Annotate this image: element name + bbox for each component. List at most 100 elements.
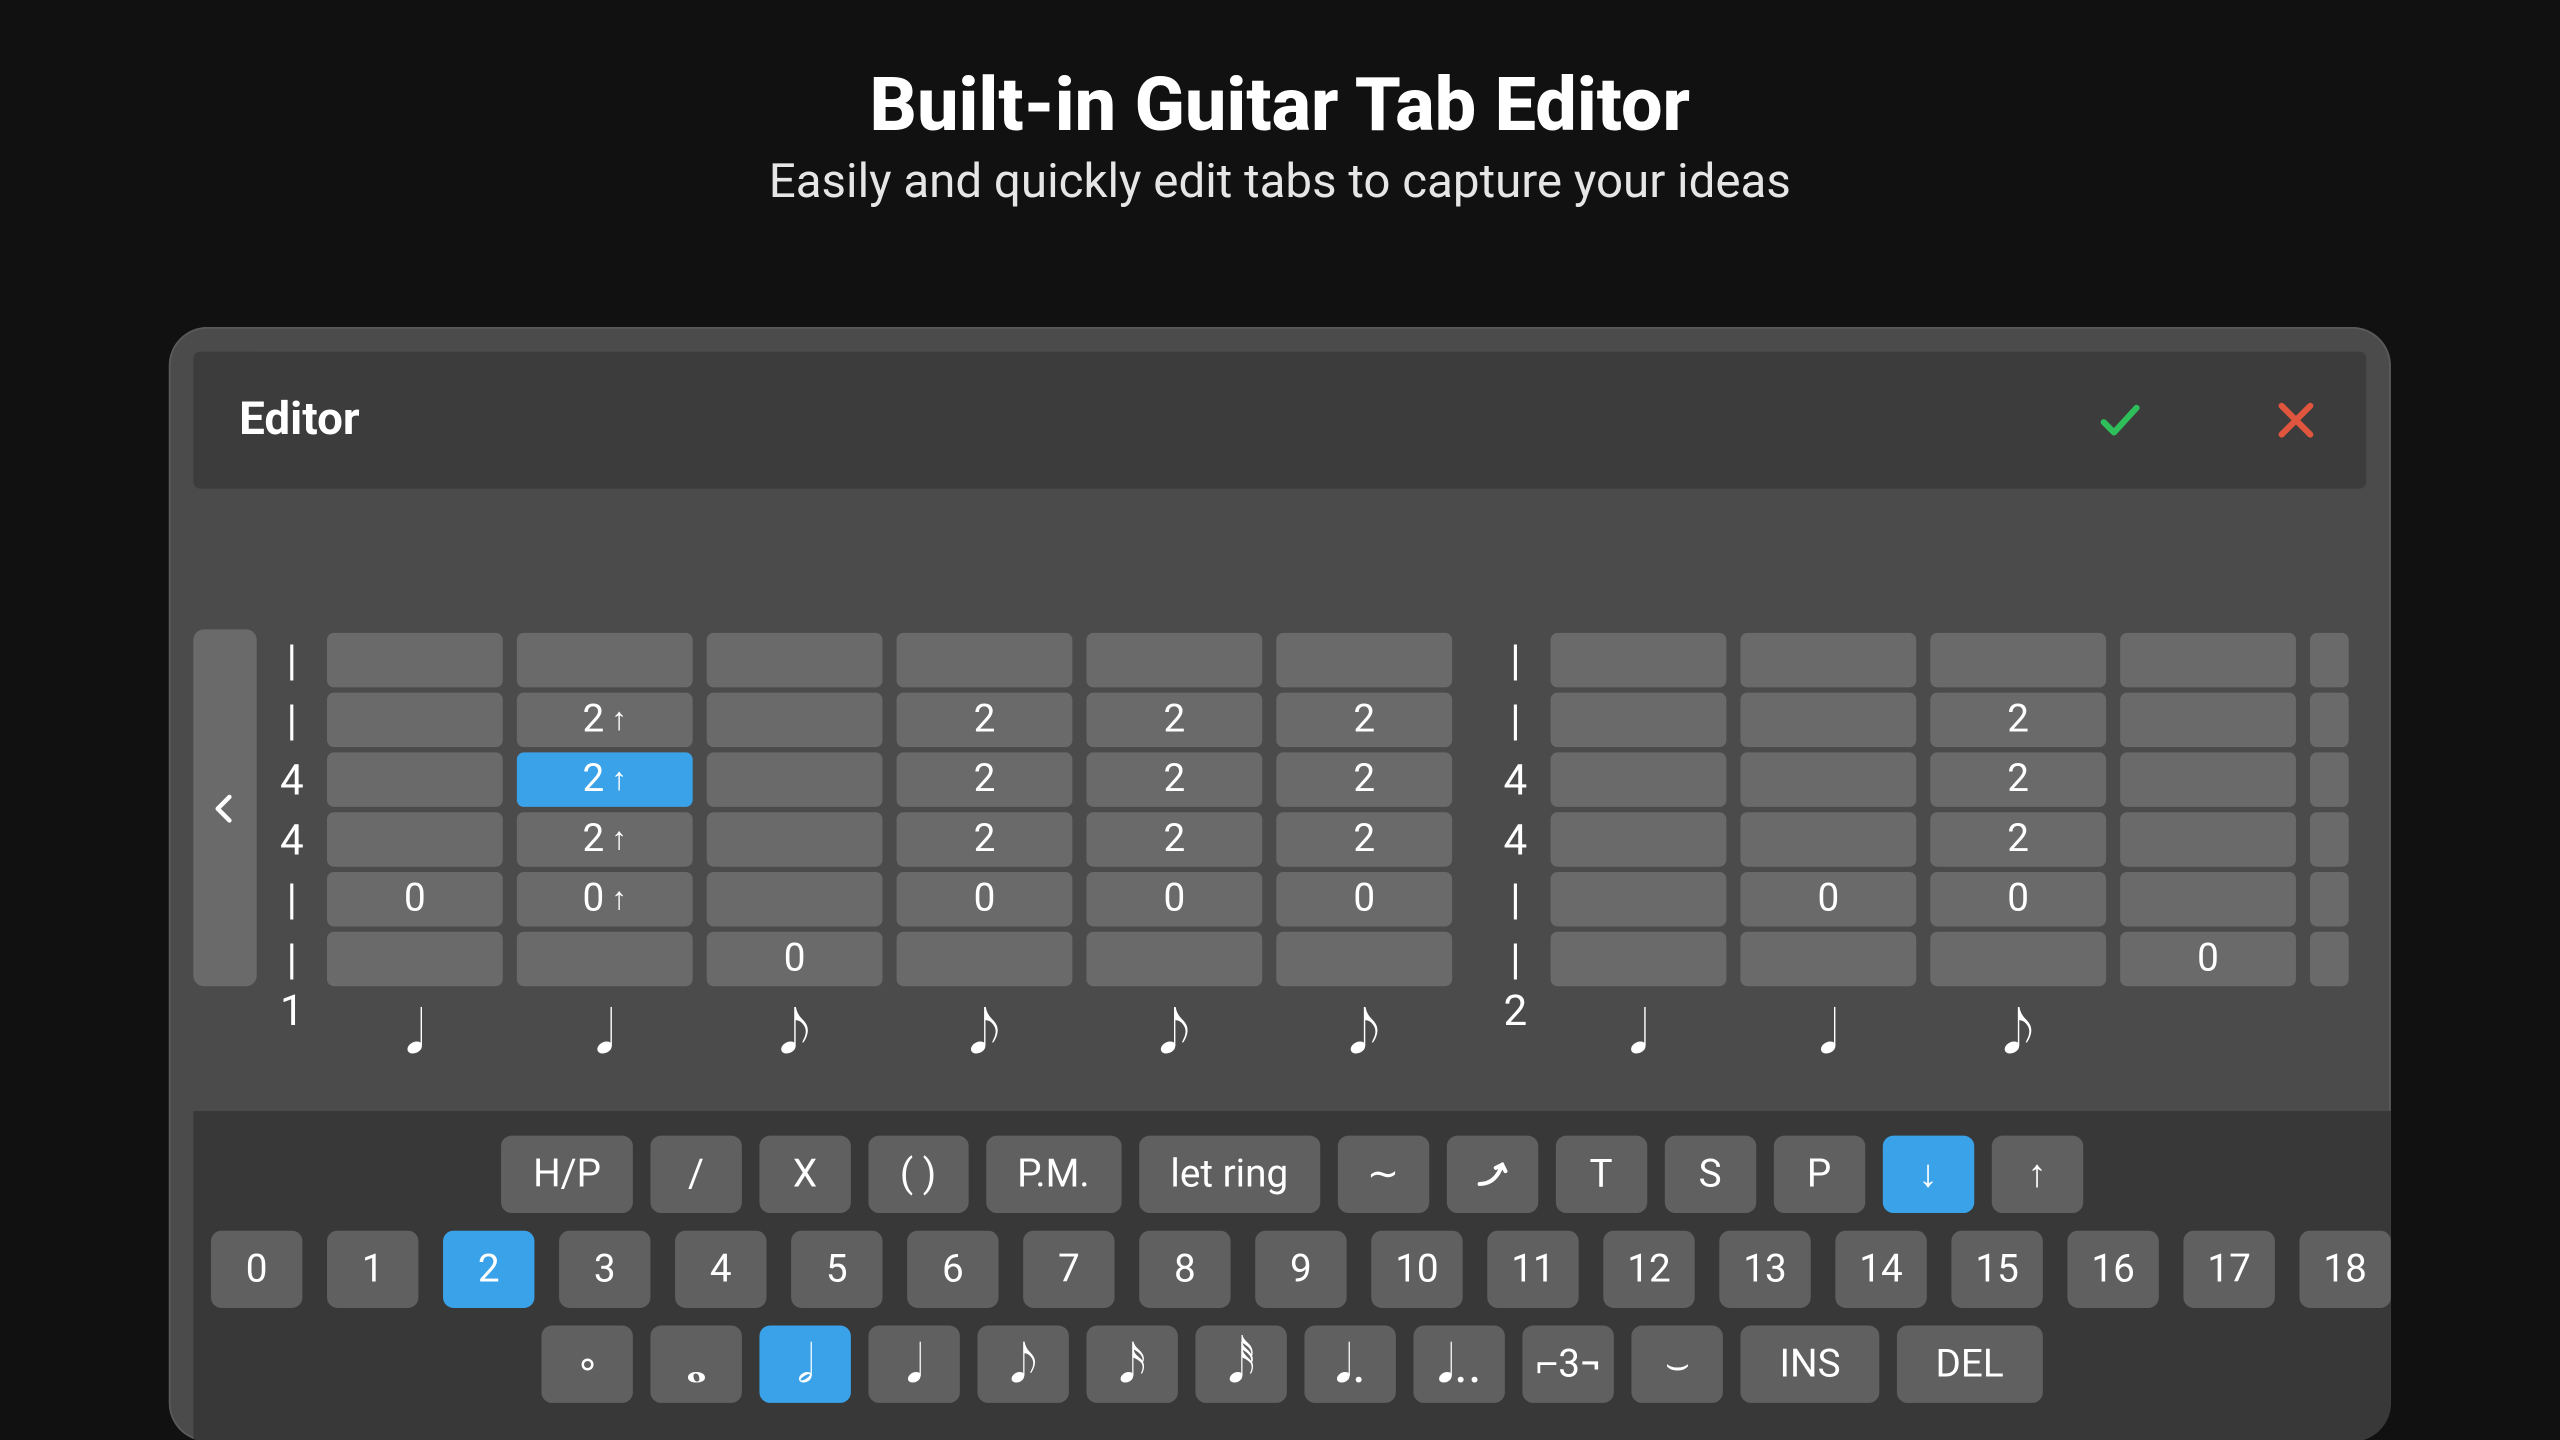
technique-button[interactable]: S [1664, 1136, 1755, 1213]
tab-cell[interactable] [517, 932, 693, 986]
tab-cell[interactable] [1740, 812, 1916, 866]
fret-button[interactable]: 0 [211, 1231, 302, 1308]
tab-cell[interactable]: 2 [1276, 693, 1452, 747]
tab-cell[interactable] [2310, 872, 2349, 926]
technique-button[interactable]: P.M. [985, 1136, 1121, 1213]
tab-cell[interactable]: 2 [1276, 812, 1452, 866]
tab-cell[interactable] [2310, 633, 2349, 687]
duration-button[interactable]: 𝅝 [651, 1326, 742, 1403]
tab-cell[interactable]: 2 [1930, 812, 2106, 866]
tab-cell[interactable]: 0 [327, 872, 503, 926]
tab-cell[interactable]: 2↑ [517, 752, 693, 806]
tab-cell[interactable]: 2 [1086, 693, 1262, 747]
tab-cell[interactable] [1551, 633, 1727, 687]
close-icon[interactable] [2271, 396, 2320, 445]
tab-cell[interactable]: 0 [1740, 872, 1916, 926]
fret-button[interactable]: 18 [2299, 1231, 2390, 1308]
tab-cell[interactable] [2310, 812, 2349, 866]
fret-button[interactable]: 6 [907, 1231, 998, 1308]
tab-cell[interactable] [1930, 633, 2106, 687]
tab-cell[interactable]: 2↑ [517, 812, 693, 866]
tab-cell[interactable]: 2 [897, 752, 1073, 806]
fret-button[interactable]: 16 [2067, 1231, 2158, 1308]
tab-cell[interactable] [1276, 633, 1452, 687]
fret-button[interactable]: 17 [2183, 1231, 2274, 1308]
strum-up-icon[interactable]: ↑ [1991, 1136, 2082, 1213]
tab-cell[interactable] [2310, 752, 2349, 806]
confirm-icon[interactable] [2096, 396, 2145, 445]
tab-cell[interactable] [1740, 633, 1916, 687]
fret-button[interactable]: 14 [1835, 1231, 1926, 1308]
tab-cell[interactable]: 2 [897, 812, 1073, 866]
tab-cell[interactable]: 0 [707, 932, 883, 986]
tab-cell[interactable] [327, 812, 503, 866]
tab-cell[interactable] [517, 633, 693, 687]
tab-cell[interactable] [897, 633, 1073, 687]
duration-button[interactable]: ∘ [542, 1326, 633, 1403]
duration-button[interactable]: 𝅘𝅥𝅰 [1196, 1326, 1287, 1403]
tab-cell[interactable] [707, 872, 883, 926]
tab-cell[interactable]: 2↑ [517, 693, 693, 747]
triplet-button[interactable]: ⌐3¬ [1523, 1326, 1614, 1403]
fret-button[interactable]: 1 [327, 1231, 418, 1308]
tab-cell[interactable] [1086, 633, 1262, 687]
tab-cell[interactable]: 2 [1276, 752, 1452, 806]
technique-button[interactable]: let ring [1139, 1136, 1320, 1213]
tab-cell[interactable]: 2 [897, 693, 1073, 747]
strum-down-icon[interactable]: ↓ [1882, 1136, 1973, 1213]
duration-button[interactable]: 𝅘𝅥. [1305, 1326, 1396, 1403]
tab-cell[interactable]: 0 [897, 872, 1073, 926]
insert-button[interactable]: INS [1741, 1326, 1879, 1403]
fret-button[interactable]: 9 [1255, 1231, 1346, 1308]
tab-cell[interactable] [1740, 752, 1916, 806]
tab-cell[interactable] [707, 633, 883, 687]
fret-button[interactable]: 11 [1487, 1231, 1578, 1308]
fret-button[interactable]: 8 [1139, 1231, 1230, 1308]
tab-cell[interactable] [707, 752, 883, 806]
tab-cell[interactable] [1086, 932, 1262, 986]
tab-cell[interactable] [1740, 693, 1916, 747]
technique-button[interactable]: / [650, 1136, 741, 1213]
tab-cell[interactable] [707, 812, 883, 866]
tab-cell[interactable] [707, 693, 883, 747]
tab-cell[interactable] [1740, 932, 1916, 986]
technique-button[interactable]: T [1555, 1136, 1646, 1213]
tab-cell[interactable] [327, 633, 503, 687]
technique-button[interactable]: ( ) [868, 1136, 968, 1213]
tab-cell[interactable] [2120, 693, 2296, 747]
technique-button[interactable]: ∼ [1337, 1136, 1428, 1213]
fret-button[interactable]: 7 [1023, 1231, 1114, 1308]
tab-cell[interactable] [327, 932, 503, 986]
duration-button[interactable]: 𝅗𝅥 [760, 1326, 851, 1403]
tab-cell[interactable]: 0 [1276, 872, 1452, 926]
tab-cell[interactable] [1551, 872, 1727, 926]
fret-button[interactable]: 12 [1603, 1231, 1694, 1308]
tab-cell[interactable]: 0↑ [517, 872, 693, 926]
tab-cell[interactable] [1551, 932, 1727, 986]
tab-cell[interactable] [2120, 752, 2296, 806]
duration-button[interactable]: 𝅘𝅥𝅯 [1087, 1326, 1178, 1403]
tab-cell[interactable] [2120, 872, 2296, 926]
fret-button[interactable]: 3 [559, 1231, 650, 1308]
fret-button[interactable]: 4 [675, 1231, 766, 1308]
bend-icon[interactable] [1446, 1136, 1537, 1213]
scroll-left-button[interactable] [193, 629, 256, 986]
delete-button[interactable]: DEL [1897, 1326, 2043, 1403]
tab-cell[interactable] [2310, 693, 2349, 747]
fret-button[interactable]: 5 [791, 1231, 882, 1308]
duration-button[interactable]: 𝅘𝅥 [869, 1326, 960, 1403]
technique-button[interactable]: H/P [501, 1136, 632, 1213]
tab-cell[interactable] [2120, 812, 2296, 866]
technique-button[interactable]: P [1773, 1136, 1864, 1213]
fret-button[interactable]: 2 [443, 1231, 534, 1308]
tab-cell[interactable]: 0 [1930, 872, 2106, 926]
tab-cell[interactable] [1551, 812, 1727, 866]
tab-cell[interactable] [327, 693, 503, 747]
tab-cell[interactable] [1551, 693, 1727, 747]
tab-cell[interactable] [897, 932, 1073, 986]
fret-button[interactable]: 13 [1719, 1231, 1810, 1308]
tab-cell[interactable]: 2 [1086, 812, 1262, 866]
tab-cell[interactable]: 2 [1930, 752, 2106, 806]
tab-cell[interactable]: 2 [1086, 752, 1262, 806]
fret-button[interactable]: 15 [1951, 1231, 2042, 1308]
